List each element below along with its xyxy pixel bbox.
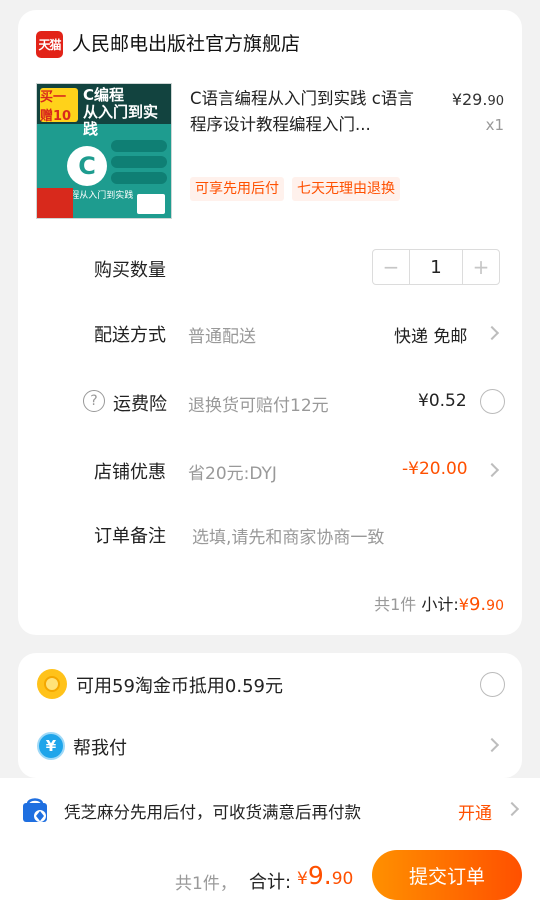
delivery-label: 配送方式 [94, 325, 166, 346]
subtotal: 共1件 小计:¥9.90 [374, 594, 504, 615]
insurance-label: 运费险 [113, 394, 167, 415]
discount-chevron-icon[interactable] [484, 462, 500, 478]
order-card: 天猫 人民邮电出版社官方旗舰店 买一赠10 C编程 从入门到实践 C C编程从入… [18, 10, 522, 635]
note-input[interactable]: 选填,请先和商家协商一致 [192, 523, 384, 548]
discount-desc: 省20元:DYJ [188, 464, 277, 484]
shopping-bag-icon [23, 798, 47, 822]
credit-text: 凭芝麻分先用后付，可收货满意后再付款 [64, 803, 361, 822]
total-label: 合计: [249, 872, 292, 893]
delivery-type: 普通配送 [188, 327, 256, 347]
payment-options-card: 可用59淘金币抵用0.59元 ¥ 帮我付 [18, 653, 522, 778]
delivery-chevron-icon[interactable] [484, 325, 500, 341]
decrease-button[interactable]: − [373, 250, 409, 284]
product-cover-image[interactable]: 买一赠10 C编程 从入门到实践 C C编程从入门到实践 [36, 83, 172, 219]
help-pay-label[interactable]: 帮我付 [73, 734, 127, 760]
tag-pay-later: 可享先用后付 [190, 177, 284, 201]
insurance-desc: 退换货可赔付12元 [188, 396, 329, 416]
total-count: 共1件， [175, 874, 237, 894]
coins-label: 可用59淘金币抵用0.59元 [76, 676, 283, 697]
cover-logo: C [67, 146, 107, 186]
discount-value[interactable]: -¥20.00 [402, 459, 468, 479]
product-price: ¥29.90 [451, 90, 504, 109]
coins-radio[interactable] [480, 672, 505, 697]
quantity-stepper: − 1 + [372, 249, 500, 285]
quantity-value[interactable]: 1 [409, 250, 463, 284]
submit-order-button[interactable]: 提交订单 [372, 850, 522, 900]
tag-seven-day-return: 七天无理由退换 [292, 177, 400, 201]
taobao-coin-icon [37, 669, 67, 699]
increase-button[interactable]: + [463, 250, 499, 284]
tmall-badge-icon: 天猫 [36, 31, 63, 58]
help-pay-chevron-icon[interactable] [484, 737, 500, 753]
quantity-label: 购买数量 [94, 260, 166, 281]
credit-pay-bar[interactable]: 凭芝麻分先用后付，可收货满意后再付款 开通 [0, 778, 540, 840]
cover-gift-label: 买一赠10 [40, 88, 78, 124]
help-pay-icon: ¥ [37, 732, 65, 760]
insurance-price: ¥0.52 [418, 391, 467, 411]
help-icon[interactable]: ? [83, 390, 105, 412]
insurance-radio[interactable] [480, 389, 505, 414]
total-amount: ¥9.90 [297, 861, 354, 890]
delivery-value[interactable]: 快递 免邮 [394, 322, 467, 347]
product-title[interactable]: C语言编程从入门到实践 c语言程序设计教程编程入门... [190, 86, 422, 138]
note-label: 订单备注 [94, 526, 166, 547]
cover-title: C编程 从入门到实践 [83, 86, 159, 138]
credit-open-link[interactable]: 开通 [458, 799, 492, 824]
discount-label: 店铺优惠 [94, 462, 166, 483]
credit-chevron-icon[interactable] [504, 801, 520, 817]
shop-name[interactable]: 人民邮电出版社官方旗舰店 [72, 29, 300, 56]
product-quantity: x1 [485, 116, 504, 134]
checkout-bar: 共1件， 合计: ¥9.90 提交订单 [0, 840, 540, 910]
